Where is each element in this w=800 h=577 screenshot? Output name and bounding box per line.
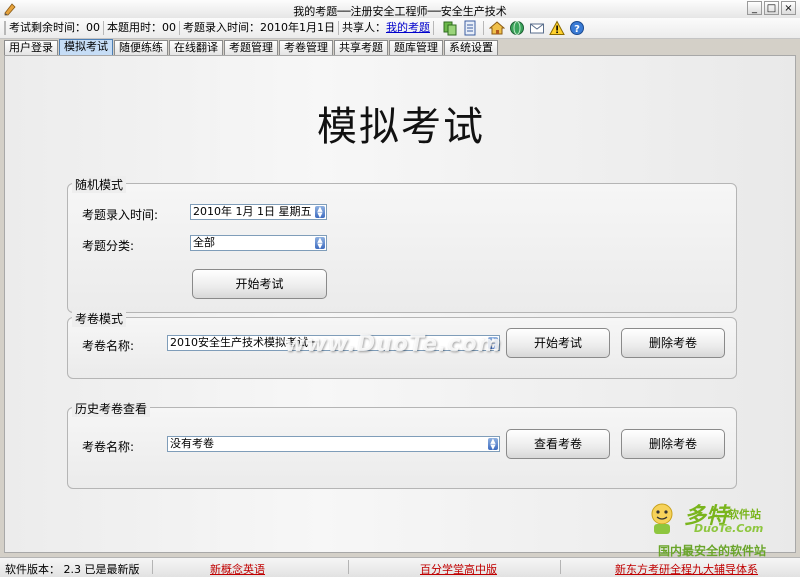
history-paper-label: 考卷名称: xyxy=(82,440,135,454)
paper-mode-legend: 考卷模式 xyxy=(72,310,127,327)
main-tabs: 用户登录 模拟考试 随便练练 在线翻译 考题管理 考卷管理 共享考题 题库管理 … xyxy=(4,39,499,55)
version-label: 软件版本： xyxy=(5,563,60,576)
tab-paper-management[interactable]: 考卷管理 xyxy=(279,40,333,55)
remaining-time: 考试剩余时间：00 xyxy=(4,21,104,35)
sharer: 共享人：我的考题 xyxy=(339,21,434,35)
tab-free-practice[interactable]: 随便练练 xyxy=(114,40,168,55)
status-bar: 软件版本： 2.3 已是最新版 新概念英语 百分学堂高中版 新东方考研全程九大辅… xyxy=(0,557,800,577)
maximize-button[interactable]: □ xyxy=(764,1,779,15)
paper-start-button[interactable]: 开始考试 xyxy=(506,328,610,358)
entry-time: 考题录入时间：2010年1月1日 xyxy=(180,21,339,35)
remaining-time-label: 考试剩余时间： xyxy=(9,21,86,34)
site-logo: 多特 软件站 DuoTe.Com 国内最安全的软件站 xyxy=(644,498,794,558)
title-bar: 我的考题──注册安全工程师──安全生产技术 _ □ × xyxy=(0,0,800,19)
page-title: 模拟考试 xyxy=(317,104,485,150)
tab-user-login[interactable]: 用户登录 xyxy=(4,40,58,55)
logo-sub-text: 软件站 xyxy=(728,508,761,521)
tab-question-management[interactable]: 考题管理 xyxy=(224,40,278,55)
tab-system-settings[interactable]: 系统设置 xyxy=(444,40,498,55)
footer-link-high-school[interactable]: 百分学堂高中版 xyxy=(420,561,497,577)
help-icon[interactable]: ? xyxy=(569,20,585,36)
entry-date-picker[interactable]: 2010年 1月 1日 星期五 ▲ ▼ xyxy=(190,204,327,220)
category-label: 考题分类: xyxy=(82,239,135,253)
tab-online-translate[interactable]: 在线翻译 xyxy=(169,40,223,55)
footer-divider xyxy=(348,560,349,574)
entry-time-label: 考题录入时间： xyxy=(183,21,260,34)
history-group: 历史考卷查看 考卷名称: 没有考卷 ▲ ▼ 查看考卷 删除考卷 xyxy=(67,400,737,489)
history-dropdown-icon[interactable]: ▲ ▼ xyxy=(488,438,498,451)
minimize-button[interactable]: _ xyxy=(747,1,762,15)
random-mode-legend: 随机模式 xyxy=(72,176,127,193)
category-value: 全部 xyxy=(193,236,215,249)
tab-bank-management[interactable]: 题库管理 xyxy=(389,40,443,55)
category-select[interactable]: 全部 ▲ ▼ xyxy=(190,235,327,251)
globe-icon[interactable] xyxy=(509,20,525,36)
footer-link-postgrad[interactable]: 新东方考研全程九大辅导体系 xyxy=(615,561,758,577)
entry-date-label: 考题录入时间: xyxy=(82,208,159,222)
date-spin-icon[interactable]: ▲ ▼ xyxy=(315,206,325,219)
used-time: 本题用时：00 xyxy=(104,21,180,35)
history-delete-button[interactable]: 删除考卷 xyxy=(621,429,725,459)
random-start-button[interactable]: 开始考试 xyxy=(192,269,327,299)
copy-icon[interactable] xyxy=(442,20,458,36)
entry-date-value: 2010年 1月 1日 星期五 xyxy=(193,205,312,218)
history-paper-select[interactable]: 没有考卷 ▲ ▼ xyxy=(167,436,500,452)
history-legend: 历史考卷查看 xyxy=(72,400,151,417)
version-status: 已是最新版 xyxy=(84,563,140,576)
paper-delete-button[interactable]: 删除考卷 xyxy=(621,328,725,358)
close-button[interactable]: × xyxy=(781,1,796,15)
footer-divider xyxy=(152,560,153,574)
view-paper-button[interactable]: 查看考卷 xyxy=(506,429,610,459)
random-mode-group: 随机模式 考题录入时间: 2010年 1月 1日 星期五 ▲ ▼ 考题分类: 全部… xyxy=(67,176,737,313)
info-bar: 考试剩余时间：00 本题用时：00 考题录入时间：2010年1月1日 共享人：我… xyxy=(0,18,800,39)
window-title: 我的考题──注册安全工程师──安全生产技术 xyxy=(293,5,507,18)
used-time-label: 本题用时： xyxy=(107,21,162,34)
paper-name-label: 考卷名称: xyxy=(82,339,135,353)
svg-text:?: ? xyxy=(574,24,580,35)
mascot-icon xyxy=(651,503,673,534)
sharer-label: 共享人： xyxy=(342,21,386,34)
tab-shared-questions[interactable]: 共享考题 xyxy=(334,40,388,55)
toolbar-icons: ? xyxy=(440,20,587,36)
watermark-text: www.DuoTe.com xyxy=(285,332,502,357)
document-icon[interactable] xyxy=(462,20,478,36)
warning-icon[interactable] xyxy=(549,20,565,36)
footer-divider xyxy=(560,560,561,574)
tab-mock-exam[interactable]: 模拟考试 xyxy=(59,39,113,55)
mail-icon[interactable] xyxy=(529,20,545,36)
version-value: 2.3 xyxy=(63,563,82,576)
used-time-value: 00 xyxy=(162,21,176,34)
entry-time-value: 2010年1月1日 xyxy=(260,21,335,34)
remaining-time-value: 00 xyxy=(86,21,100,34)
footer-link-english[interactable]: 新概念英语 xyxy=(210,561,265,577)
version-info: 软件版本： 2.3 已是最新版 xyxy=(5,561,140,577)
logo-url-text: DuoTe.Com xyxy=(694,522,764,535)
sharer-link[interactable]: 我的考题 xyxy=(386,21,430,34)
home-icon[interactable] xyxy=(489,20,505,36)
history-paper-value: 没有考卷 xyxy=(170,437,214,450)
mock-exam-panel: 模拟考试 随机模式 考题录入时间: 2010年 1月 1日 星期五 ▲ ▼ 考题分… xyxy=(4,55,796,553)
category-dropdown-icon[interactable]: ▲ ▼ xyxy=(315,237,325,250)
